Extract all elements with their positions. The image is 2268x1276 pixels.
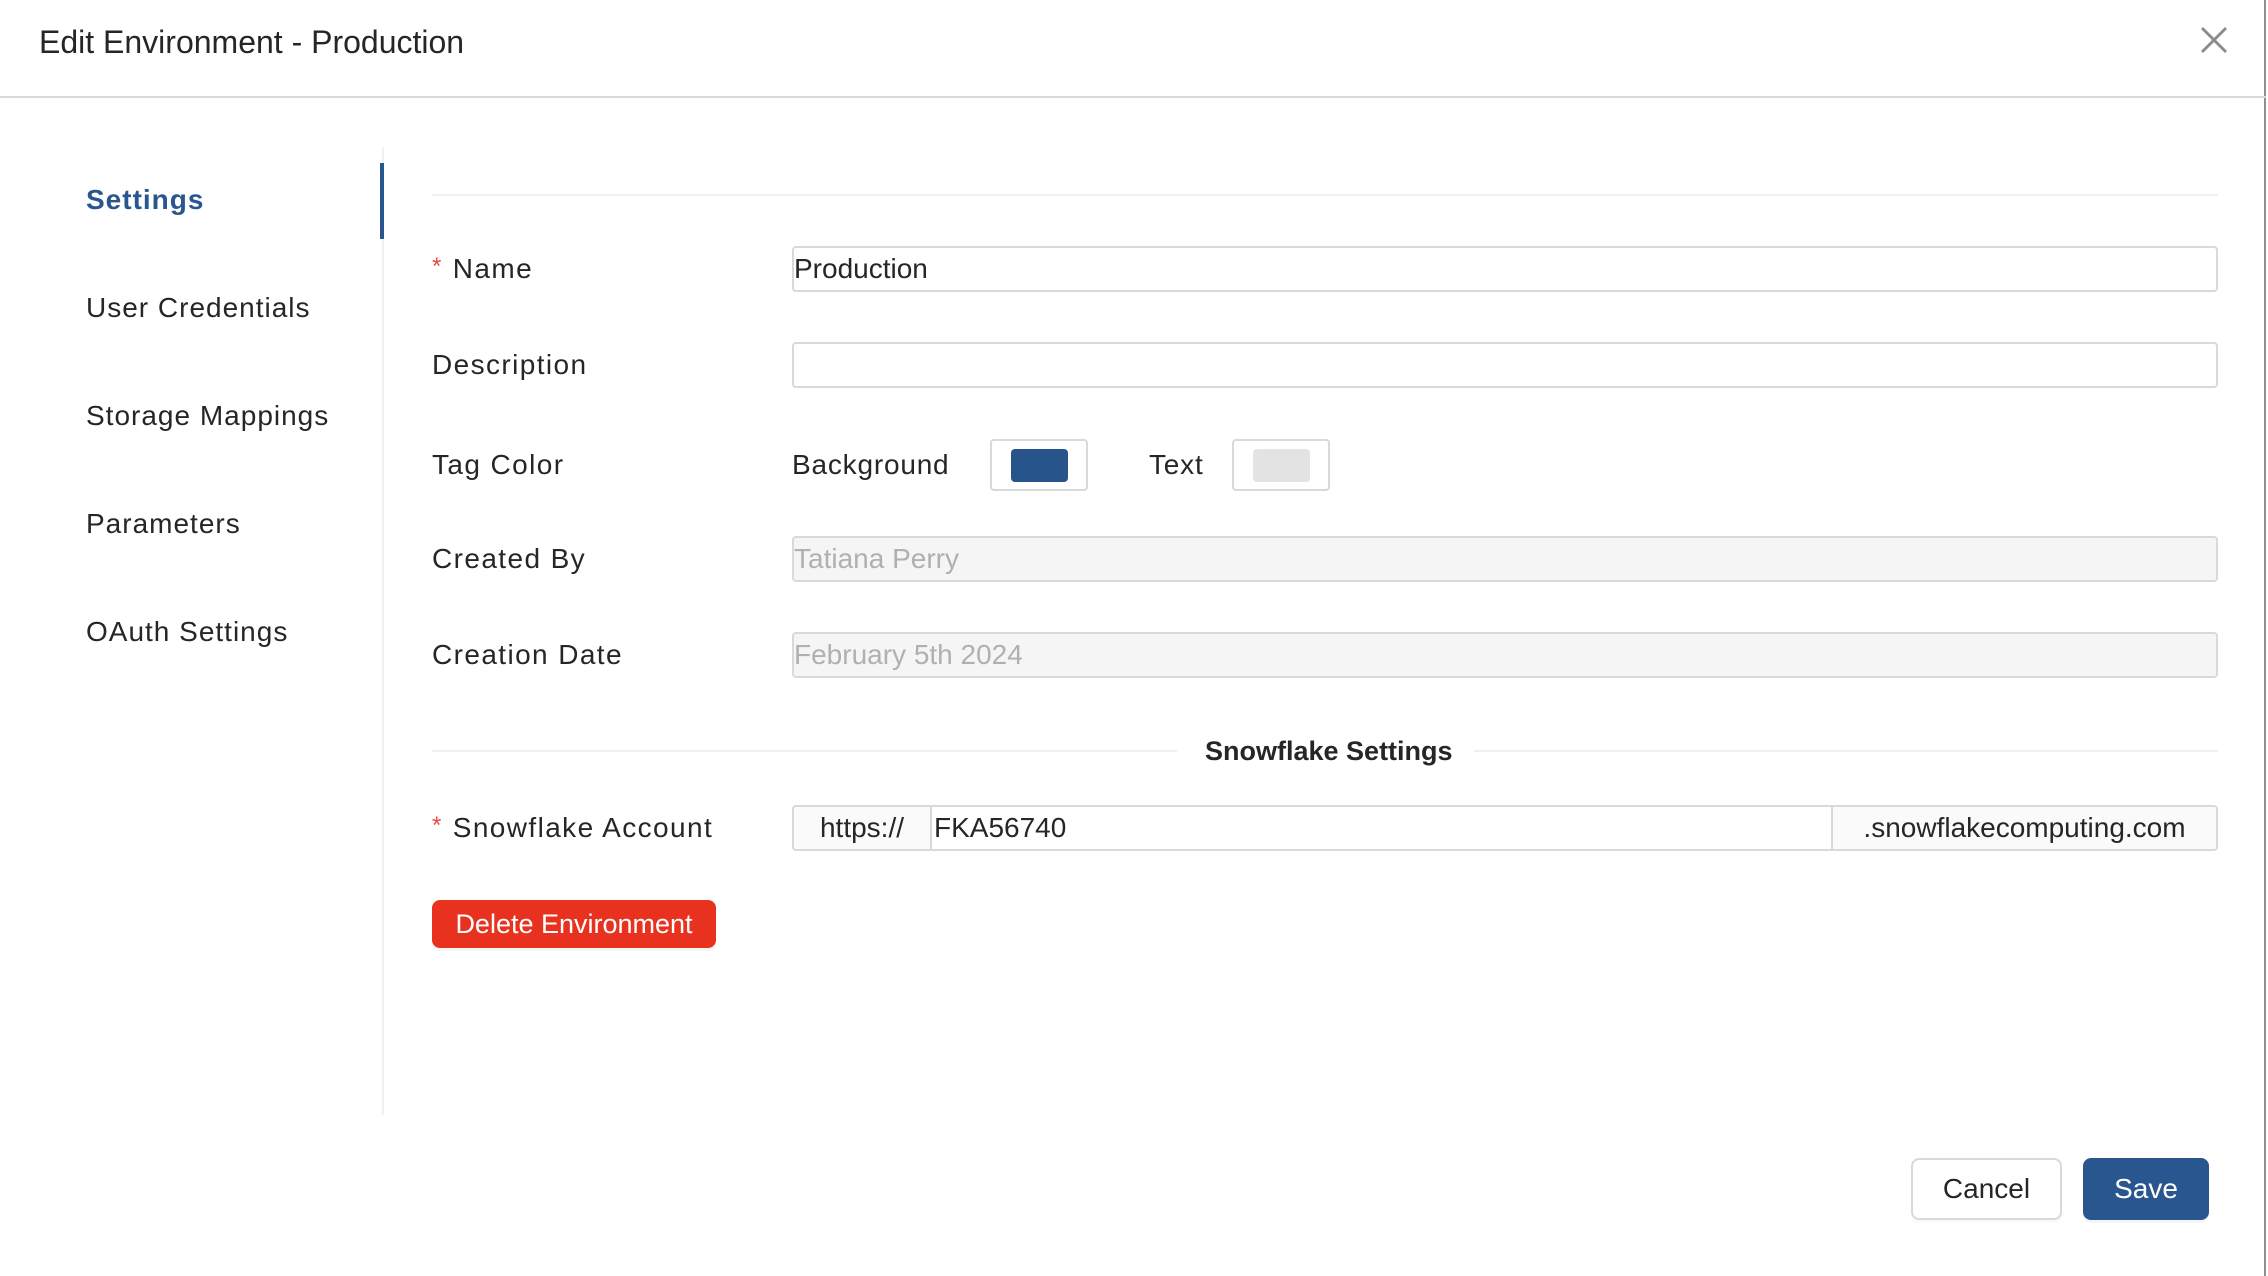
name-input[interactable] xyxy=(792,246,2218,292)
required-marker: * xyxy=(432,253,443,280)
text-color-swatch xyxy=(1253,449,1310,482)
section-divider-left xyxy=(432,750,1177,752)
header-divider xyxy=(0,96,2266,98)
section-divider-right xyxy=(1474,750,2218,752)
snowflake-settings-heading: Snowflake Settings xyxy=(1205,736,1453,766)
text-color-picker[interactable] xyxy=(1232,439,1330,491)
created-by-label: Created By xyxy=(432,543,587,574)
background-color-swatch xyxy=(1011,449,1068,482)
modal-title: Edit Environment - Production xyxy=(39,24,465,60)
sidebar-item-oauth-settings[interactable]: OAuth Settings xyxy=(86,612,288,652)
sidebar-item-parameters[interactable]: Parameters xyxy=(86,504,241,544)
sidebar-divider xyxy=(382,147,384,1115)
close-button[interactable] xyxy=(2196,22,2232,58)
sidebar-item-settings[interactable]: Settings xyxy=(86,180,204,220)
snowflake-account-label-text: Snowflake Account xyxy=(452,812,714,843)
snowflake-account-label: * Snowflake Account xyxy=(432,805,713,853)
close-icon xyxy=(2200,26,2228,54)
name-label: * Name xyxy=(432,246,533,294)
text-color-label: Text xyxy=(1149,449,1204,480)
tag-color-label: Tag Color xyxy=(432,449,565,480)
url-suffix-addon: .snowflakecomputing.com xyxy=(1831,807,2216,849)
required-marker: * xyxy=(432,812,443,839)
background-color-label: Background xyxy=(792,449,950,480)
description-label: Description xyxy=(432,349,588,380)
creation-date-input xyxy=(792,632,2218,678)
description-input[interactable] xyxy=(792,342,2218,388)
name-label-text: Name xyxy=(452,253,534,284)
snowflake-account-field: https:// .snowflakecomputing.com xyxy=(792,805,2218,851)
created-by-input xyxy=(792,536,2218,582)
url-prefix-addon: https:// xyxy=(794,807,932,849)
background-color-picker[interactable] xyxy=(990,439,1088,491)
save-button[interactable]: Save xyxy=(2083,1158,2209,1220)
snowflake-account-input[interactable] xyxy=(932,807,1831,849)
sidebar-item-storage-mappings[interactable]: Storage Mappings xyxy=(86,396,329,436)
sidebar-active-indicator xyxy=(380,163,384,239)
form-top-divider xyxy=(432,194,2218,196)
creation-date-label: Creation Date xyxy=(432,639,623,670)
delete-environment-button[interactable]: Delete Environment xyxy=(432,900,716,948)
sidebar-item-user-credentials[interactable]: User Credentials xyxy=(86,288,311,328)
edit-environment-modal: Edit Environment - Production Settings U… xyxy=(0,0,2266,1276)
cancel-button[interactable]: Cancel xyxy=(1911,1158,2062,1220)
